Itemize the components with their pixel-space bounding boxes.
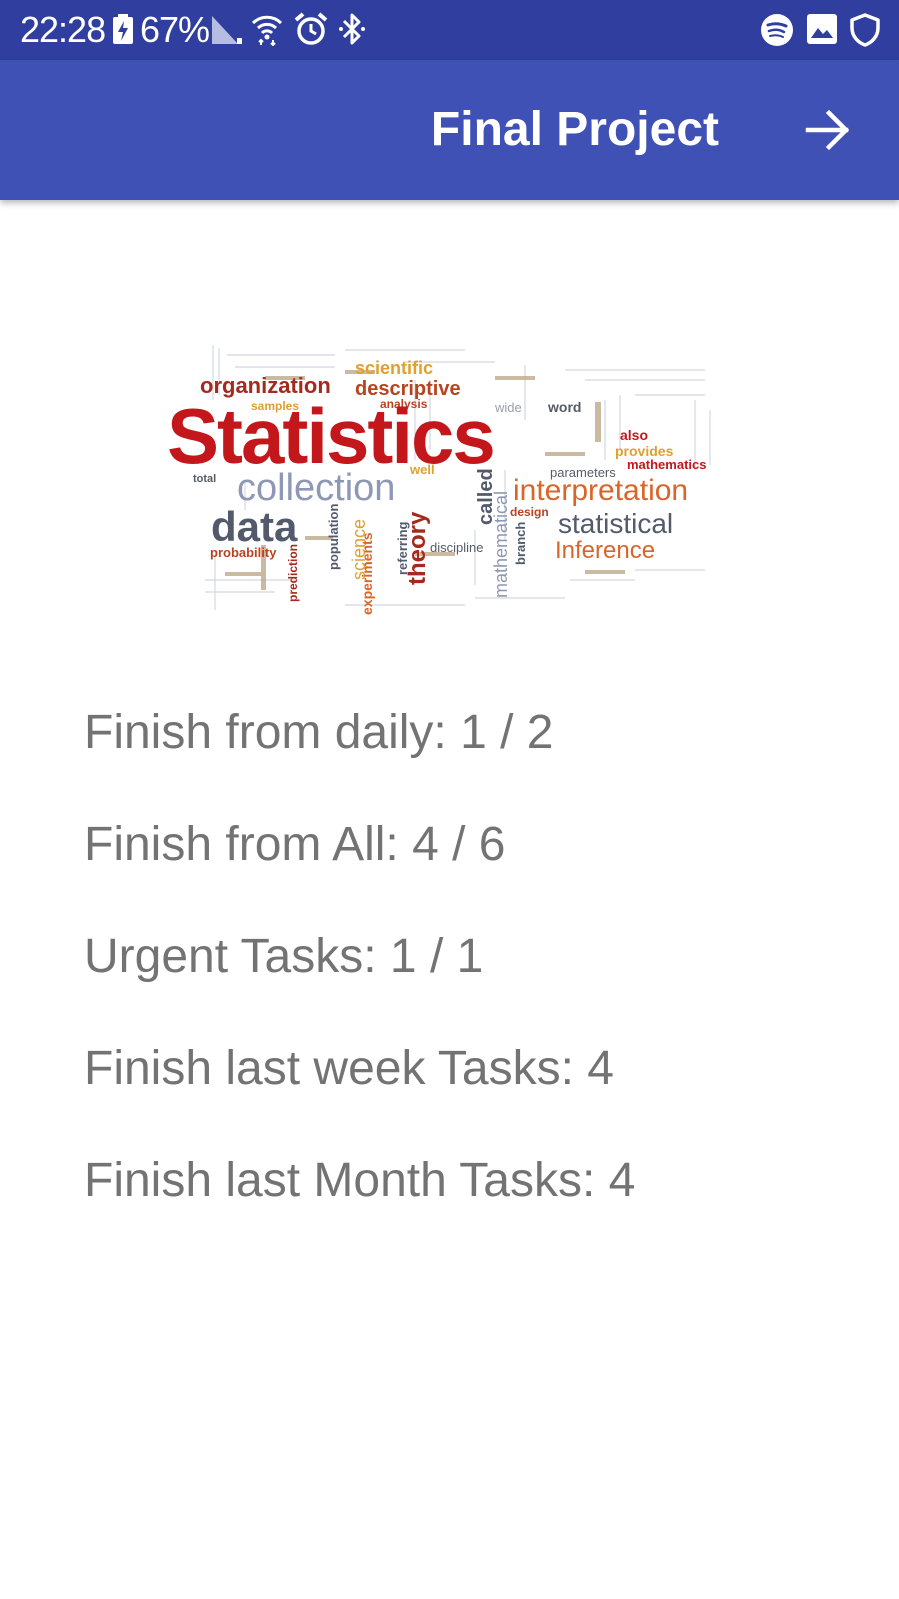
- app-title: Final Project: [430, 103, 719, 156]
- word-well: well: [409, 462, 435, 477]
- status-bar: 22:28 67%: [0, 0, 899, 60]
- word-discipline: discipline: [430, 540, 483, 555]
- stat-all: Finish from All: 4 / 6: [84, 818, 506, 871]
- stat-last-month: Finish last Month Tasks: 4: [84, 1154, 636, 1207]
- word-called: called: [475, 468, 497, 525]
- stat-daily: Finish from daily: 1 / 2: [84, 706, 554, 759]
- word-wide: wide: [494, 400, 522, 415]
- battery-percentage: 67%: [140, 9, 210, 50]
- app-bar: Final Project: [0, 60, 899, 200]
- status-time: 22:28: [20, 9, 106, 50]
- wifi-icon: [250, 12, 284, 51]
- word-data: data: [211, 503, 298, 550]
- stat-urgent: Urgent Tasks: 1 / 1: [84, 930, 484, 983]
- battery-charging-icon: [112, 14, 134, 49]
- word-population: population: [326, 504, 341, 570]
- shield-icon: [850, 13, 880, 52]
- word-probability: probability: [210, 545, 277, 560]
- word-interpretation: interpretation: [513, 474, 688, 507]
- word-mathematics: mathematics: [627, 457, 706, 472]
- gallery-icon: [806, 13, 838, 50]
- word-inference: Inference: [555, 537, 655, 564]
- word-branch: branch: [513, 522, 528, 565]
- statistics-word-cloud-image: organization scientific descriptive anal…: [165, 340, 735, 625]
- stat-last-week: Finish last week Tasks: 4: [84, 1042, 614, 1095]
- alarm-icon: [293, 12, 329, 51]
- word-scientific: scientific: [355, 358, 433, 378]
- word-also: also: [620, 427, 648, 443]
- word-referring: referring: [395, 521, 410, 575]
- word-word: word: [547, 399, 581, 415]
- spotify-icon: [760, 13, 794, 52]
- word-statistical: statistical: [558, 508, 673, 539]
- word-prediction: prediction: [286, 544, 300, 602]
- word-experiments: experiments: [359, 532, 375, 615]
- signal-icon: [210, 14, 244, 51]
- bluetooth-icon: [337, 12, 367, 51]
- word-design: design: [510, 505, 549, 519]
- word-total: total: [193, 473, 216, 485]
- arrow-forward-icon: [805, 109, 850, 151]
- forward-button[interactable]: [790, 100, 866, 160]
